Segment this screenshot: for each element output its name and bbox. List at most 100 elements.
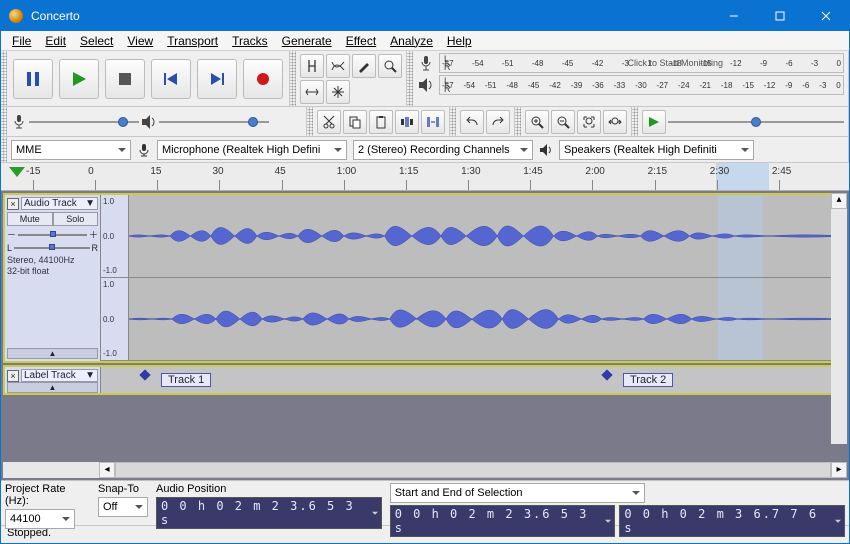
selection-format-combo[interactable]: Start and End of Selection xyxy=(390,483,645,503)
track-close-button[interactable]: × xyxy=(7,370,19,382)
menu-tracks[interactable]: Tracks xyxy=(225,32,275,50)
playback-volume-slider[interactable] xyxy=(159,115,269,129)
menu-file[interactable]: File xyxy=(5,32,38,50)
selection-end-display[interactable]: 0 0 h 0 2 m 3 6.7 7 6 s xyxy=(619,505,845,537)
track-gain-slider[interactable] xyxy=(18,231,87,239)
menu-edit[interactable]: Edit xyxy=(38,32,73,50)
track-collapse-button[interactable]: ▲ xyxy=(7,348,98,359)
project-rate-combo[interactable]: 44100 xyxy=(5,509,75,529)
horizontal-scrollbar[interactable]: ◂ ▸ xyxy=(3,462,847,478)
close-button[interactable] xyxy=(803,1,849,31)
minimize-button[interactable] xyxy=(711,1,757,31)
app-icon xyxy=(9,9,23,23)
menubar: File Edit Select View Transport Tracks G… xyxy=(1,31,849,51)
recording-meter[interactable]: LR -57-54-51-48-45-42-31-18-15-12-9-6-30… xyxy=(439,53,844,73)
play-at-speed-button[interactable] xyxy=(642,110,666,134)
playback-meter[interactable]: LR -57-54-51-48-45-42-39-36-33-30-27-24-… xyxy=(439,75,844,95)
device-toolbar: MME Microphone (Realtek High Defini 2 (S… xyxy=(7,137,849,162)
draw-tool-button[interactable] xyxy=(352,54,376,78)
solo-button[interactable]: Solo xyxy=(53,212,99,226)
menu-help[interactable]: Help xyxy=(440,32,479,50)
menu-generate[interactable]: Generate xyxy=(275,32,339,50)
track-collapse-button[interactable]: ▲ xyxy=(7,382,98,393)
audio-host-combo[interactable]: MME xyxy=(11,140,131,160)
vertical-scale[interactable]: 1.00.0-1.0 xyxy=(101,278,129,360)
menu-effect[interactable]: Effect xyxy=(339,32,383,50)
track-menu-button[interactable]: Audio Track▼ xyxy=(21,197,98,210)
selection-start-display[interactable]: 0 0 h 0 2 m 2 3.6 5 3 s xyxy=(390,505,616,537)
vertical-scale[interactable]: 1.00.0-1.0 xyxy=(101,195,129,277)
undo-redo-toolbar xyxy=(456,107,515,136)
snap-to-combo[interactable]: Off xyxy=(98,497,148,517)
copy-button[interactable] xyxy=(343,110,367,134)
playback-speed-slider[interactable] xyxy=(668,115,844,129)
window-title: Concerto xyxy=(31,9,711,23)
timeline-ruler[interactable]: -1501530451:001:151:301:452:002:152:302:… xyxy=(1,163,849,191)
track-format-info: Stereo, 44100Hz 32-bit float xyxy=(7,255,98,277)
paste-button[interactable] xyxy=(369,110,393,134)
track-menu-button[interactable]: Label Track▼ xyxy=(21,369,98,382)
pause-button[interactable] xyxy=(13,59,53,99)
playback-device-combo[interactable]: Speakers (Realtek High Definiti xyxy=(559,140,754,160)
recording-meter-hint: Click to Start Monitoring xyxy=(627,58,723,68)
timeshift-tool-button[interactable] xyxy=(300,80,324,104)
recording-channels-combo[interactable]: 2 (Stereo) Recording Channels xyxy=(353,140,533,160)
selection-tool-button[interactable] xyxy=(300,54,324,78)
selection-toolbar: Project Rate (Hz): 44100 Snap-To Off Aud… xyxy=(1,480,849,525)
scroll-left-button[interactable]: ◂ xyxy=(99,462,115,478)
track-pan-slider[interactable] xyxy=(14,244,89,252)
mute-button[interactable]: Mute xyxy=(7,212,53,226)
label-marker[interactable]: Track 2 xyxy=(601,369,673,387)
redo-button[interactable] xyxy=(486,110,510,134)
menu-transport[interactable]: Transport xyxy=(160,32,225,50)
speaker-icon xyxy=(539,143,553,157)
trim-button[interactable] xyxy=(395,110,419,134)
label-handle-icon[interactable] xyxy=(601,369,611,383)
zoom-tool-button[interactable] xyxy=(378,54,402,78)
skip-end-button[interactable] xyxy=(197,59,237,99)
label-track-panel: × Label Track▼ ▲ xyxy=(5,367,101,393)
edit-toolbar xyxy=(313,107,450,136)
menu-analyze[interactable]: Analyze xyxy=(383,32,440,50)
cut-button[interactable] xyxy=(317,110,341,134)
tracks-area: × Audio Track▼ Mute Solo －＋ LR Stereo, 4… xyxy=(1,191,849,480)
scrollbar-track[interactable] xyxy=(115,462,831,478)
audio-position-display[interactable]: 0 0 h 0 2 m 2 3.6 5 3 s xyxy=(156,497,382,529)
recording-volume-slider[interactable] xyxy=(29,115,139,129)
skip-start-button[interactable] xyxy=(151,59,191,99)
label-marker[interactable]: Track 1 xyxy=(139,369,211,387)
audio-track-panel: × Audio Track▼ Mute Solo －＋ LR Stereo, 4… xyxy=(5,195,101,361)
track-close-button[interactable]: × xyxy=(7,198,19,210)
transport-toolbar xyxy=(7,51,290,106)
stop-button[interactable] xyxy=(105,59,145,99)
undo-button[interactable] xyxy=(460,110,484,134)
zoom-in-button[interactable] xyxy=(525,110,549,134)
audio-waveform-area[interactable]: 1.00.0-1.0 1.00.0-1.0 xyxy=(101,195,845,361)
pinned-play-head-icon[interactable] xyxy=(9,167,25,177)
envelope-tool-button[interactable] xyxy=(326,54,350,78)
play-button[interactable] xyxy=(59,59,99,99)
label-track-area[interactable]: Track 1 Track 2 xyxy=(101,367,845,393)
silence-button[interactable] xyxy=(421,110,445,134)
zoom-toolbar xyxy=(521,107,632,136)
scroll-up-button[interactable]: ▴ xyxy=(831,193,847,209)
record-button[interactable] xyxy=(243,59,283,99)
fit-project-button[interactable] xyxy=(603,110,627,134)
recording-device-combo[interactable]: Microphone (Realtek High Defini xyxy=(157,140,347,160)
multi-tool-button[interactable] xyxy=(326,80,350,104)
menu-select[interactable]: Select xyxy=(73,32,120,50)
audio-track-row: × Audio Track▼ Mute Solo －＋ LR Stereo, 4… xyxy=(3,193,847,363)
mixer-toolbar xyxy=(7,107,307,136)
vertical-scrollbar[interactable]: ▴ xyxy=(831,193,847,444)
zoom-out-button[interactable] xyxy=(551,110,575,134)
menu-view[interactable]: View xyxy=(120,32,160,50)
maximize-button[interactable] xyxy=(757,1,803,31)
tools-toolbar xyxy=(296,51,407,106)
mic-icon xyxy=(417,54,435,72)
fit-selection-button[interactable] xyxy=(577,110,601,134)
snap-to-label: Snap-To xyxy=(98,483,148,495)
scroll-right-button[interactable]: ▸ xyxy=(831,462,847,478)
label-handle-icon[interactable] xyxy=(139,369,149,383)
waveform-right xyxy=(129,278,845,360)
mic-icon xyxy=(11,114,27,130)
